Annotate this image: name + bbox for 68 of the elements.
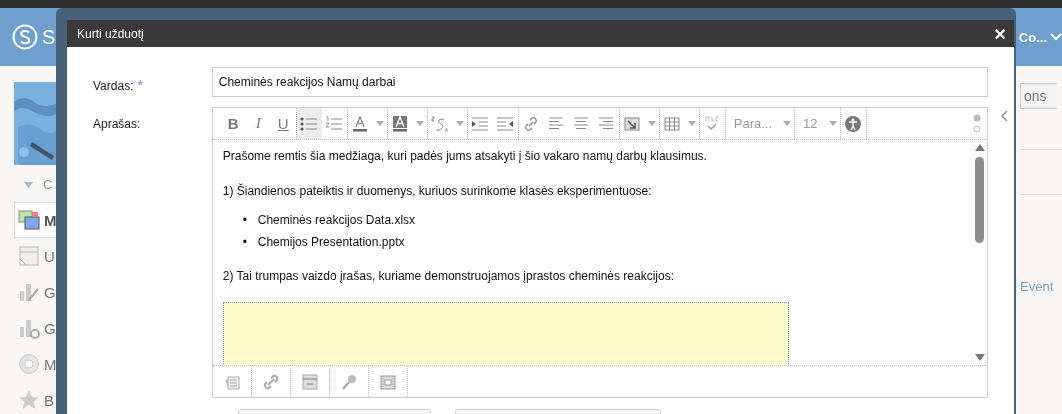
- align-left-icon: [547, 115, 566, 132]
- align-center-icon: [572, 115, 591, 132]
- indent-icon: [471, 115, 490, 132]
- outdent-icon: [496, 115, 515, 132]
- nav-label: G: [44, 319, 56, 337]
- caret-icon: [455, 121, 464, 126]
- star-icon: [18, 389, 40, 411]
- field-label: Vardas:: [93, 79, 134, 93]
- accessibility-icon: [844, 115, 862, 132]
- superscript-icon: [431, 115, 450, 132]
- nav-label: B: [44, 391, 54, 409]
- nav-label: G: [44, 283, 56, 301]
- scroll-up-icon[interactable]: [974, 144, 985, 151]
- chart-gear-icon: [18, 317, 40, 339]
- caret-icon: [647, 121, 656, 126]
- bulleted-list-button[interactable]: [296, 108, 322, 139]
- nav-label: M: [44, 355, 57, 373]
- caret-icon: [687, 121, 696, 126]
- font-color-icon: [351, 115, 370, 132]
- bullet: •: [242, 212, 248, 229]
- nav-label: M: [44, 211, 57, 229]
- logo-icon: [12, 24, 38, 50]
- list-item: Cheminės reakcijos Data.xlsx: [257, 212, 416, 229]
- event-link[interactable]: Event: [1020, 279, 1062, 294]
- link-icon[interactable]: [261, 372, 280, 391]
- nav-label: U: [44, 247, 55, 265]
- field-label: Aprašas:: [93, 117, 141, 131]
- dialog-title: Kurti užduotį: [77, 26, 144, 41]
- caret-icon: [783, 121, 792, 126]
- film-icon[interactable]: [378, 372, 397, 391]
- bullet: •: [242, 234, 248, 251]
- close-button[interactable]: ×: [994, 23, 1006, 44]
- logo-text: S: [42, 25, 56, 49]
- caret-icon: [415, 121, 424, 126]
- scrollbar-thumb[interactable]: [975, 157, 984, 243]
- triangle-down-icon: [24, 181, 33, 188]
- section-label: C: [43, 177, 53, 192]
- caret-icon: [828, 121, 837, 126]
- page-icon: [18, 245, 40, 267]
- table-icon: [663, 115, 682, 132]
- box-icon[interactable]: [300, 372, 319, 391]
- paragraph: 2) Tai trumpas vaizdo įrašas, kuriame demonstruojamos įprastos cheminės reakcijos:: [222, 269, 676, 283]
- pictures-icon: [18, 209, 40, 231]
- scroll-down-icon[interactable]: [974, 354, 985, 361]
- required-mark: *: [137, 77, 143, 93]
- paragraph-format-dropdown[interactable]: Para...: [725, 108, 781, 139]
- caret-icon: [375, 121, 384, 126]
- italic-button[interactable]: I: [245, 108, 271, 139]
- chevron-down-icon[interactable]: [1050, 32, 1062, 42]
- numbered-list-icon: [325, 115, 344, 132]
- paragraph: 1) Šiandienos pateiktis ir duomenys, kuriuos surinkome klasės eksperimentuose:: [222, 184, 653, 198]
- bulleted-list-icon: [300, 115, 319, 132]
- dots-icon[interactable]: [973, 112, 981, 135]
- highlight-icon: [391, 115, 410, 132]
- side-button[interactable]: ons: [1020, 83, 1057, 109]
- paragraph: Prašome remtis šia medžiaga, kuri padės jums atsakyti į šio vakaro namų darbų klausimus.: [222, 149, 708, 163]
- font-size-dropdown[interactable]: 12: [795, 108, 826, 139]
- align-right-icon: [597, 115, 616, 132]
- name-field[interactable]: Cheminės reakcijos Namų darbai: [211, 67, 988, 97]
- collapse-icon[interactable]: [1000, 110, 1008, 122]
- header-text: Co...: [1018, 29, 1047, 45]
- bold-button[interactable]: B: [220, 108, 246, 139]
- chart-pen-icon: [18, 281, 40, 303]
- disc-icon: [18, 353, 40, 375]
- list-item: Chemijos Presentation.pptx: [257, 234, 405, 251]
- microphone-icon[interactable]: [339, 372, 358, 391]
- insert-icon: [623, 115, 642, 132]
- underline-button[interactable]: U: [270, 108, 296, 139]
